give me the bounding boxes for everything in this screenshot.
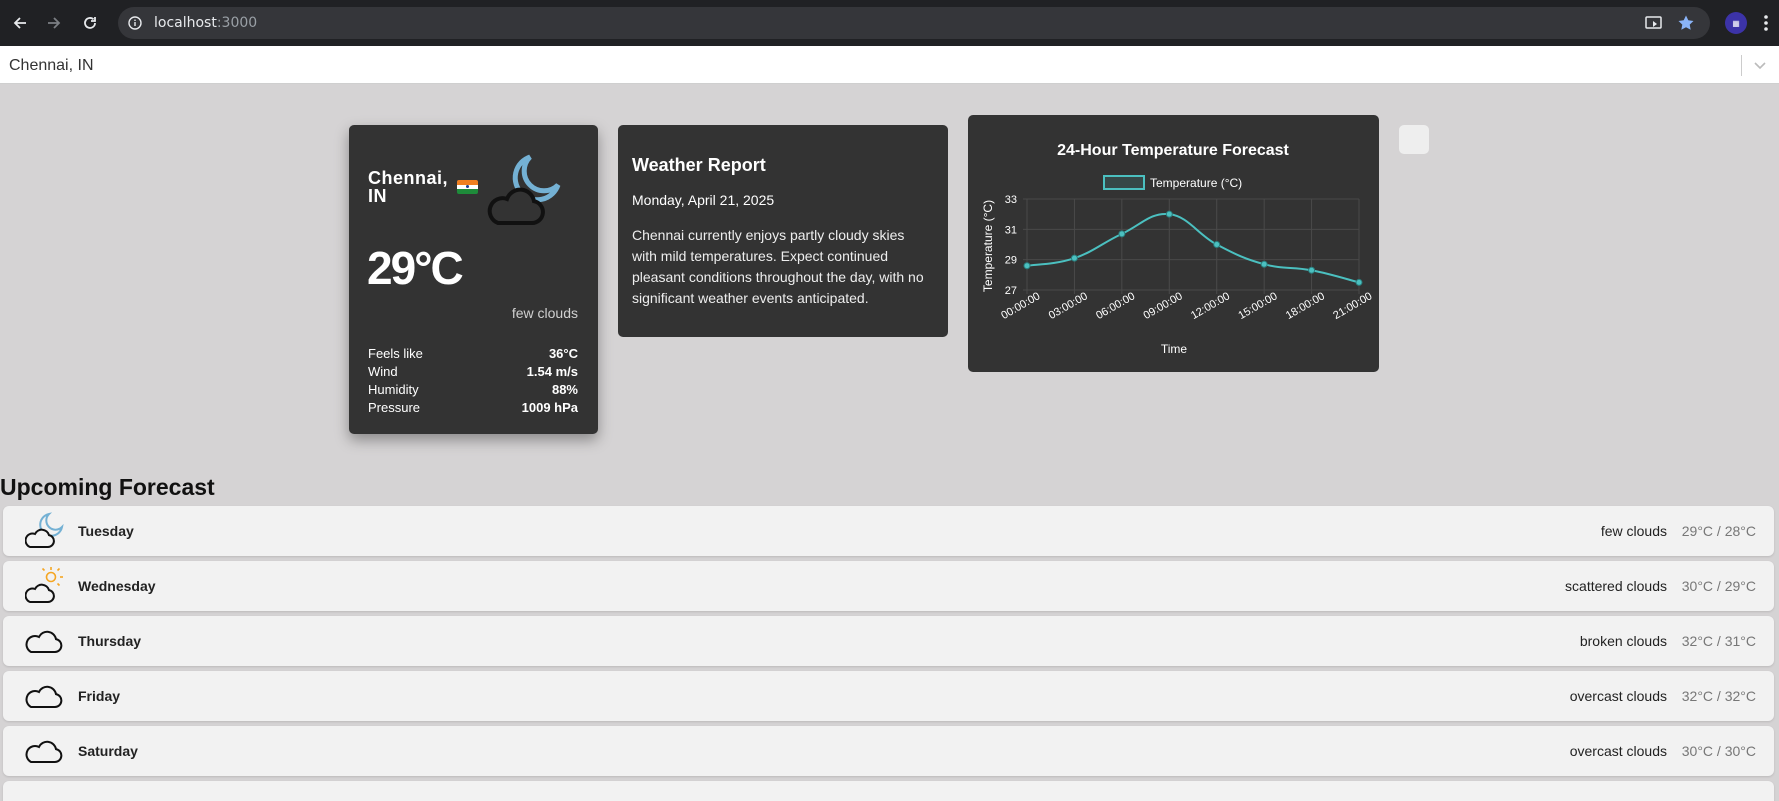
chart-grid: [1023, 198, 1360, 294]
forecast-row[interactable]: Thursday broken clouds 32°C / 31°C: [3, 616, 1774, 666]
city-select-value: Chennai, IN: [9, 57, 94, 74]
url-host: localhost: [154, 15, 217, 31]
india-flag-icon: [457, 180, 478, 194]
legend-swatch[interactable]: [1103, 175, 1145, 190]
menu-kebab-icon[interactable]: [1754, 11, 1778, 35]
forecast-day: Tuesday: [78, 523, 134, 539]
detail-wind: Wind 1.54 m/s: [368, 364, 578, 379]
detail-value: 1.54 m/s: [526, 364, 578, 379]
x-tick-label: 18:00:00: [1284, 290, 1327, 322]
x-tick-label: 06:00:00: [1094, 290, 1137, 322]
forecast-row[interactable]: Wednesday scattered clouds 30°C / 29°C: [3, 561, 1774, 611]
cloud-icon: [25, 676, 65, 716]
forecast-description: overcast clouds: [1569, 688, 1667, 704]
forecast-day: Thursday: [78, 633, 142, 649]
data-point[interactable]: [1355, 278, 1363, 286]
select-divider: [1741, 55, 1742, 76]
data-point[interactable]: [1308, 266, 1316, 274]
cloud-icon: [25, 621, 65, 661]
sun-cloud-icon: [24, 566, 65, 606]
chevron-down-icon[interactable]: [1749, 56, 1771, 74]
x-tick-label: 15:00:00: [1236, 290, 1279, 322]
forecast-temps: 30°C / 29°C: [1681, 578, 1756, 594]
forecast-day: Wednesday: [78, 578, 156, 594]
toggle-button[interactable]: [1399, 125, 1429, 154]
address-bar[interactable]: localhost:3000: [118, 7, 1710, 39]
detail-pressure: Pressure 1009 hPa: [368, 400, 578, 415]
y-tick-label: 29: [1005, 255, 1017, 267]
forecast-description: few clouds: [1600, 523, 1667, 539]
x-axis-label: Time: [1161, 342, 1188, 356]
report-title: Weather Report: [632, 155, 766, 175]
detail-humidity: Humidity 88%: [368, 382, 578, 397]
forecast-row[interactable]: Saturday overcast clouds 30°C / 30°C: [3, 726, 1774, 776]
chart-title: 24-Hour Temperature Forecast: [1057, 142, 1289, 159]
current-description: few clouds: [511, 305, 578, 321]
detail-feels-like: Feels like 36°C: [368, 346, 578, 361]
report-text: Chennai currently enjoys partly cloudy s…: [632, 227, 924, 306]
forward-arrow-icon[interactable]: [42, 11, 66, 35]
forecast-day: Friday: [78, 688, 121, 704]
reload-icon[interactable]: [78, 11, 102, 35]
night-few-clouds-icon: [484, 151, 564, 231]
forecast-description: broken clouds: [1579, 633, 1667, 649]
current-temperature: 29°C: [367, 242, 464, 294]
site-info-icon[interactable]: [128, 16, 142, 35]
url-port: :3000: [216, 15, 258, 31]
forecast-description: scattered clouds: [1565, 578, 1667, 594]
detail-label: Humidity: [368, 382, 419, 397]
current-weather-card: Chennai, IN 29°C few clouds Feels like 3…: [349, 125, 598, 434]
forecast-row[interactable]: Friday overcast clouds 32°C / 32°C: [3, 671, 1774, 721]
weather-report-card: Weather Report Monday, April 21, 2025 Ch…: [618, 125, 948, 337]
data-point[interactable]: [1070, 254, 1078, 262]
cloud-icon: [25, 731, 65, 771]
y-axis-label: Temperature (°C): [981, 200, 995, 292]
detail-value: 36°C: [548, 346, 578, 361]
data-point[interactable]: [1260, 260, 1268, 268]
data-point[interactable]: [1023, 262, 1031, 270]
legend-label[interactable]: Temperature (°C): [1150, 176, 1242, 190]
forecast-temps: 32°C / 32°C: [1681, 688, 1756, 704]
detail-value: 1009 hPa: [521, 400, 578, 415]
current-city-name: Chennai,: [368, 168, 449, 188]
x-axis-ticks: 00:00:00 03:00:00 06:00:00 09:00:00 12:00:00…: [999, 290, 1374, 322]
url-text: localhost:3000: [154, 15, 257, 31]
x-tick-label: 03:00:00: [1047, 290, 1090, 322]
y-tick-label: 27: [1005, 285, 1017, 297]
forecast-temps: 32°C / 31°C: [1681, 633, 1756, 649]
forecast-temps: 29°C / 28°C: [1681, 523, 1756, 539]
browser-toolbar: localhost:3000 ▦: [0, 0, 1779, 46]
forecast-row[interactable]: Tuesday few clouds 29°C / 28°C: [3, 506, 1774, 556]
profile-avatar[interactable]: ▦: [1725, 12, 1747, 34]
forecast-heading: Upcoming Forecast: [0, 474, 215, 500]
temperature-chart: 24-Hour Temperature Forecast Temperature…: [981, 142, 1374, 356]
current-city: Chennai, IN: [368, 169, 448, 205]
forecast-row-partial[interactable]: [3, 781, 1774, 801]
night-few-clouds-icon: [24, 511, 65, 551]
city-select[interactable]: Chennai, IN: [0, 46, 1779, 84]
detail-label: Wind: [368, 364, 398, 379]
data-point[interactable]: [1118, 230, 1126, 238]
y-tick-label: 31: [1005, 224, 1017, 236]
forecast-description: overcast clouds: [1569, 743, 1667, 759]
data-point[interactable]: [1213, 241, 1221, 248]
x-tick-label: 09:00:00: [1142, 290, 1185, 322]
cast-icon[interactable]: [1642, 11, 1666, 35]
x-tick-label: 21:00:00: [1331, 290, 1374, 322]
y-tick-label: 33: [1005, 194, 1017, 206]
temperature-chart-card: 24-Hour Temperature Forecast Temperature…: [968, 115, 1379, 372]
report-date: Monday, April 21, 2025: [632, 192, 775, 208]
data-point[interactable]: [1165, 210, 1173, 218]
back-arrow-icon[interactable]: [8, 11, 32, 35]
y-axis-ticks: 33 31 29 27: [1005, 194, 1017, 297]
detail-value: 88%: [551, 382, 578, 397]
detail-label: Pressure: [368, 400, 421, 415]
forecast-temps: 30°C / 30°C: [1681, 743, 1756, 759]
detail-label: Feels like: [368, 346, 423, 361]
forecast-day: Saturday: [78, 743, 138, 759]
bookmark-star-icon[interactable]: [1674, 11, 1698, 35]
x-tick-label: 12:00:00: [1189, 290, 1232, 322]
current-country: IN: [368, 186, 387, 206]
